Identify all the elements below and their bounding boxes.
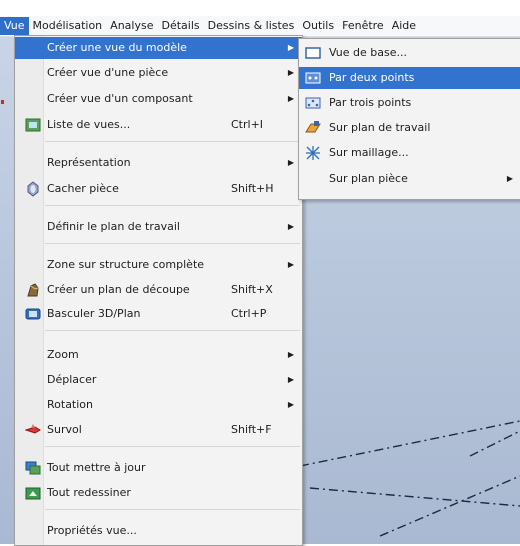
creer-vue-modele-submenu: Vue de base... Par deux points Par trois… <box>298 38 520 200</box>
submenu-item-par-trois-points[interactable]: Par trois points <box>299 92 520 114</box>
menu-item-label: Sur plan de travail <box>329 121 431 134</box>
menu-aide[interactable]: Aide <box>388 17 420 35</box>
three-points-icon <box>305 95 321 111</box>
menu-separator <box>45 446 300 447</box>
menu-modelisation[interactable]: Modélisation <box>29 17 107 35</box>
menu-separator <box>45 330 300 331</box>
submenu-item-vue-de-base[interactable]: Vue de base... <box>299 42 520 64</box>
redraw-all-icon <box>25 485 41 501</box>
menu-item-label: Basculer 3D/Plan <box>47 307 141 320</box>
menu-item-label: Sur plan pièce <box>329 172 408 185</box>
menu-vue[interactable]: Vue <box>0 17 29 35</box>
menu-item-definir-plan-travail[interactable]: Définir le plan de travail ▶ <box>15 216 302 238</box>
basic-view-icon <box>305 45 321 61</box>
vue-menu: Créer une vue du modèle ▶ Créer vue d'un… <box>14 35 303 546</box>
menu-item-label: Vue de base... <box>329 46 407 59</box>
menu-item-label: Déplacer <box>47 373 97 386</box>
shortcut-label: Shift+H <box>231 182 274 195</box>
submenu-arrow-icon: ▶ <box>287 222 294 231</box>
menu-item-label: Créer vue d'un composant <box>47 92 193 105</box>
clip-plane-icon <box>25 282 41 298</box>
menu-item-label: Créer un plan de découpe <box>47 283 190 296</box>
menu-item-basculer-3d-plan[interactable]: Basculer 3D/Plan Ctrl+P <box>15 303 302 325</box>
submenu-item-sur-maillage[interactable]: Sur maillage... <box>299 142 520 164</box>
menu-separator <box>45 205 300 206</box>
menu-item-label: Cacher pièce <box>47 182 119 195</box>
menu-item-rotation[interactable]: Rotation ▶ <box>15 394 302 416</box>
submenu-arrow-icon: ▶ <box>506 174 513 183</box>
menu-item-tout-mettre-a-jour[interactable]: Tout mettre à jour <box>15 457 302 479</box>
menu-item-creer-vue-modele[interactable]: Créer une vue du modèle ▶ <box>15 37 302 59</box>
grid-icon <box>305 145 321 161</box>
work-plane-icon <box>305 120 321 136</box>
menu-item-label: Propriétés vue... <box>47 524 137 537</box>
submenu-item-sur-plan-piece[interactable]: Sur plan pièce ▶ <box>299 168 520 190</box>
menu-item-label: Créer une vue du modèle <box>47 41 187 54</box>
menu-item-label: Représentation <box>47 156 131 169</box>
menu-item-liste-vues[interactable]: Liste de vues... Ctrl+I <box>15 114 302 136</box>
shortcut-label: Ctrl+P <box>231 307 267 320</box>
submenu-arrow-icon: ▶ <box>287 68 294 77</box>
menu-item-label: Zone sur structure complète <box>47 258 205 271</box>
menu-item-label: Sur maillage... <box>329 146 409 159</box>
menu-separator <box>45 141 300 142</box>
submenu-arrow-icon: ▶ <box>287 375 294 384</box>
menu-item-zone-structure[interactable]: Zone sur structure complète ▶ <box>15 254 302 276</box>
shortcut-label: Shift+F <box>231 423 272 436</box>
menu-item-label: Zoom <box>47 348 79 361</box>
hide-part-icon <box>25 181 41 197</box>
menu-separator <box>45 509 300 510</box>
submenu-item-sur-plan-travail[interactable]: Sur plan de travail <box>299 117 520 139</box>
submenu-arrow-icon: ▶ <box>287 43 294 52</box>
shortcut-label: Shift+X <box>231 283 273 296</box>
menu-item-zoom[interactable]: Zoom ▶ <box>15 344 302 366</box>
toolbar-fragment <box>1 100 4 104</box>
submenu-arrow-icon: ▶ <box>287 260 294 269</box>
menu-item-label: Liste de vues... <box>47 118 131 131</box>
menu-details[interactable]: Détails <box>157 17 203 35</box>
menu-item-label: Créer vue d'une pièce <box>47 66 169 79</box>
toggle-3d-icon <box>25 306 41 322</box>
menu-outils[interactable]: Outils <box>298 17 338 35</box>
submenu-item-par-deux-points[interactable]: Par deux points <box>299 67 520 89</box>
menu-item-representation[interactable]: Représentation ▶ <box>15 152 302 174</box>
menu-item-label: Par deux points <box>329 71 415 84</box>
two-points-icon <box>305 70 321 86</box>
menu-item-survol[interactable]: Survol Shift+F <box>15 419 302 441</box>
submenu-arrow-icon: ▶ <box>287 350 294 359</box>
menu-item-label: Par trois points <box>329 96 412 109</box>
menu-item-creer-vue-piece[interactable]: Créer vue d'une pièce ▶ <box>15 62 302 84</box>
fly-icon <box>24 422 41 438</box>
menu-separator <box>45 243 300 244</box>
menu-item-cacher-piece[interactable]: Cacher pièce Shift+H <box>15 178 302 200</box>
menu-item-label: Définir le plan de travail <box>47 220 180 233</box>
menu-item-creer-vue-composant[interactable]: Créer vue d'un composant ▶ <box>15 88 302 110</box>
submenu-arrow-icon: ▶ <box>287 94 294 103</box>
view-list-icon <box>25 117 41 133</box>
update-all-icon <box>25 460 41 476</box>
menu-analyse[interactable]: Analyse <box>106 17 157 35</box>
menu-item-deplacer[interactable]: Déplacer ▶ <box>15 369 302 391</box>
shortcut-label: Ctrl+I <box>231 118 264 131</box>
menu-bar: Vue Modélisation Analyse Détails Dessins… <box>0 16 520 37</box>
menu-item-label: Rotation <box>47 398 94 411</box>
menu-item-label: Tout mettre à jour <box>47 461 146 474</box>
menu-item-tout-redessiner[interactable]: Tout redessiner <box>15 482 302 504</box>
submenu-arrow-icon: ▶ <box>287 158 294 167</box>
menu-item-plan-decoupe[interactable]: Créer un plan de découpe Shift+X <box>15 279 302 301</box>
submenu-arrow-icon: ▶ <box>287 400 294 409</box>
menu-fenetre[interactable]: Fenêtre <box>338 17 388 35</box>
menu-item-label: Tout redessiner <box>47 486 131 499</box>
menu-dessins-listes[interactable]: Dessins & listes <box>204 17 299 35</box>
menu-item-proprietes-vue[interactable]: Propriétés vue... <box>15 520 302 542</box>
menu-item-label: Survol <box>47 423 82 436</box>
